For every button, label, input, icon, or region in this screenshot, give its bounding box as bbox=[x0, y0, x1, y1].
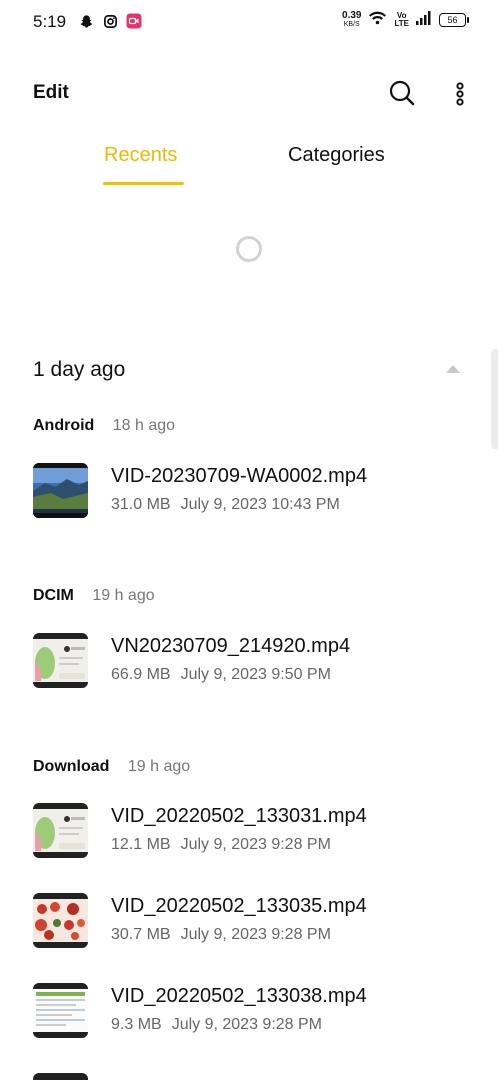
battery-icon: 56 bbox=[439, 13, 469, 27]
search-button[interactable] bbox=[388, 79, 416, 107]
file-item[interactable]: VN20230709_214920.mp4 66.9 MB July 9, 202… bbox=[33, 633, 473, 689]
volte-icon: Vo LTE bbox=[394, 12, 409, 28]
status-time: 5:19 bbox=[33, 12, 67, 31]
video-thumbnail bbox=[33, 633, 88, 688]
file-meta: 66.9 MB July 9, 2023 9:50 PM bbox=[111, 666, 331, 684]
speed-value: 0.39 bbox=[342, 10, 362, 21]
scrollbar-thumb[interactable] bbox=[491, 349, 498, 449]
collapse-triangle-icon[interactable] bbox=[446, 365, 460, 373]
group-time: 19 h ago bbox=[127, 758, 191, 775]
file-date: July 9, 2023 9:50 PM bbox=[180, 666, 331, 683]
file-size: 12.1 MB bbox=[111, 836, 171, 853]
status-bar: 5:19 0.39 KB/S Vo LTE 56 bbox=[0, 0, 498, 44]
file-date: July 9, 2023 9:28 PM bbox=[180, 926, 331, 943]
file-item[interactable]: VID_20220502_133038.mp4 9.3 MB July 9, 20… bbox=[33, 983, 473, 1039]
file-name: VID_20220502_133035.mp4 bbox=[111, 895, 367, 917]
file-name: VID-20230709-WA0002.mp4 bbox=[111, 465, 368, 487]
file-name: VID_20220502_133038.mp4 bbox=[111, 985, 367, 1007]
file-date: July 9, 2023 9:28 PM bbox=[171, 1016, 322, 1033]
signal-icon bbox=[416, 10, 432, 30]
file-meta: 9.3 MB July 9, 2023 9:28 PM bbox=[111, 1016, 322, 1034]
file-meta: 31.0 MB July 9, 2023 10:43 PM bbox=[111, 496, 340, 514]
wifi-icon bbox=[368, 10, 387, 30]
notification-icons bbox=[78, 13, 142, 29]
file-size: 30.7 MB bbox=[111, 926, 171, 943]
video-thumbnail bbox=[33, 463, 88, 518]
video-thumbnail bbox=[33, 893, 88, 948]
file-item[interactable]: VID_20220502_133031.mp4 12.1 MB July 9, 2… bbox=[33, 803, 473, 859]
file-size: 66.9 MB bbox=[111, 666, 171, 683]
group-time: 19 h ago bbox=[92, 587, 155, 604]
tab-categories[interactable]: Categories bbox=[288, 144, 385, 167]
speed-unit: KB/S bbox=[343, 21, 360, 28]
edit-button[interactable]: Edit bbox=[33, 82, 69, 104]
app-bar: Edit bbox=[0, 70, 498, 118]
status-indicators: 0.39 KB/S Vo LTE 56 bbox=[342, 10, 469, 30]
group-header-dcim[interactable]: DCIM 19 h ago bbox=[33, 587, 155, 605]
active-tab-indicator bbox=[103, 182, 184, 185]
tab-recents[interactable]: Recents bbox=[104, 144, 177, 167]
loading-spinner bbox=[236, 236, 262, 262]
group-header-android[interactable]: Android 18 h ago bbox=[33, 417, 175, 435]
volte-bottom: LTE bbox=[394, 19, 409, 28]
group-name: Download bbox=[33, 758, 110, 775]
video-thumbnail bbox=[33, 983, 88, 1038]
screen-recorder-icon bbox=[126, 13, 142, 29]
more-options-button[interactable] bbox=[450, 80, 470, 108]
more-vertical-icon bbox=[450, 82, 470, 112]
file-item[interactable]: VID-20230709-WA0002.mp4 31.0 MB July 9, 2… bbox=[33, 463, 473, 519]
section-header: 1 day ago bbox=[33, 358, 126, 381]
file-date: July 9, 2023 10:43 PM bbox=[180, 496, 340, 513]
group-name: Android bbox=[33, 417, 95, 434]
file-date: July 9, 2023 9:28 PM bbox=[180, 836, 331, 853]
instagram-icon bbox=[102, 13, 118, 29]
file-meta: 12.1 MB July 9, 2023 9:28 PM bbox=[111, 836, 331, 854]
group-name: DCIM bbox=[33, 587, 74, 604]
file-meta: 30.7 MB July 9, 2023 9:28 PM bbox=[111, 926, 331, 944]
file-size: 9.3 MB bbox=[111, 1016, 162, 1033]
file-name: VN20230709_214920.mp4 bbox=[111, 635, 351, 657]
video-thumbnail bbox=[33, 1073, 88, 1080]
tab-bar: Recents Categories bbox=[0, 138, 498, 188]
file-size: 31.0 MB bbox=[111, 496, 171, 513]
group-time: 18 h ago bbox=[112, 417, 176, 434]
file-item[interactable]: VID_20220502_133035.mp4 30.7 MB July 9, 2… bbox=[33, 893, 473, 949]
video-thumbnail bbox=[33, 803, 88, 858]
file-name: VID_20220502_133031.mp4 bbox=[111, 805, 367, 827]
file-item[interactable] bbox=[33, 1073, 473, 1080]
network-speed: 0.39 KB/S bbox=[342, 11, 361, 29]
snapchat-icon bbox=[78, 13, 94, 29]
group-header-download[interactable]: Download 19 h ago bbox=[33, 758, 190, 776]
search-icon bbox=[388, 80, 416, 111]
